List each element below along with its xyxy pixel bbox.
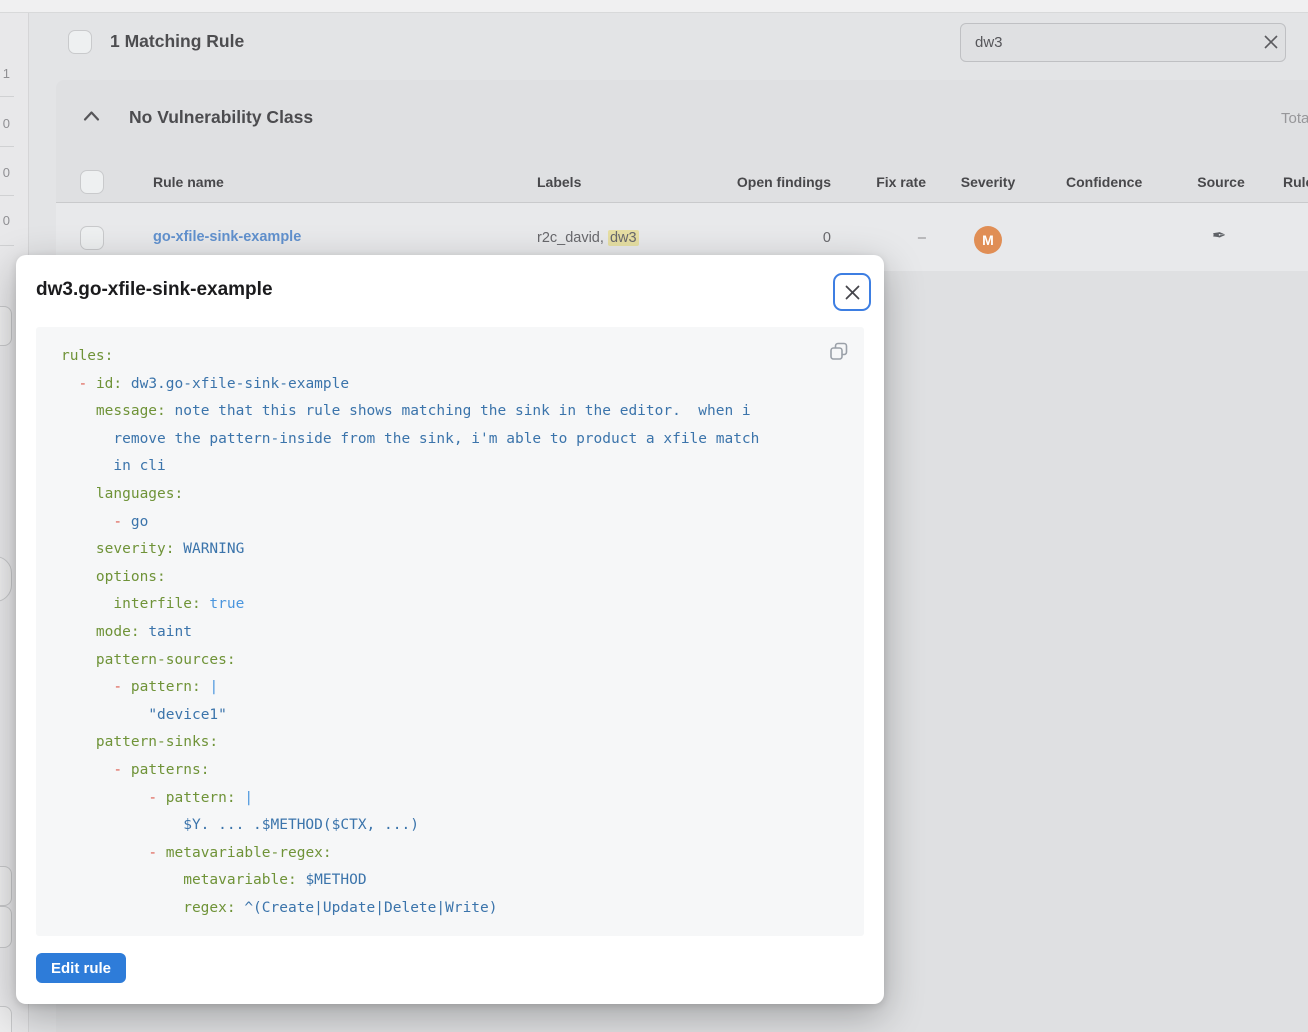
sidebar-count: 0 <box>0 213 10 228</box>
rail-divider <box>0 245 14 246</box>
sidebar-count: 0 <box>0 165 10 180</box>
rules-search-input[interactable] <box>960 23 1286 62</box>
open-findings-value: 0 <box>700 230 831 246</box>
rule-name-link[interactable]: go-xfile-sink-example <box>153 229 301 245</box>
rules-page: 1 0 0 0 1 Matching Rule No Vulnerability… <box>0 0 1308 1032</box>
col-header-severity: Severity <box>947 174 1029 190</box>
copy-button[interactable] <box>828 341 850 363</box>
code-block: rules: - id: dw3.go-xfile-sink-example m… <box>36 327 864 936</box>
total-label: Tota <box>1281 110 1308 127</box>
severity-badge: M <box>974 226 1002 254</box>
sidebar-count: 1 <box>0 66 10 81</box>
label-highlight: dw3 <box>608 230 639 246</box>
source-pen-icon: ✒ <box>1212 226 1226 246</box>
rail-fragment <box>0 1006 12 1032</box>
rail-fragment <box>0 866 12 906</box>
section-title: No Vulnerability Class <box>129 107 313 128</box>
edit-rule-button[interactable]: Edit rule <box>36 953 126 983</box>
matching-rules-count: 1 Matching Rule <box>110 31 244 52</box>
close-icon <box>844 284 861 301</box>
modal-title: dw3.go-xfile-sink-example <box>36 279 273 301</box>
row-checkbox[interactable] <box>80 226 104 250</box>
col-header-confidence: Confidence <box>1066 174 1142 190</box>
fix-rate-value: – <box>856 230 926 246</box>
rule-labels: r2c_david, dw3 <box>537 230 639 246</box>
select-all-checkbox[interactable] <box>68 30 92 54</box>
col-header-open-findings: Open findings <box>700 174 831 190</box>
top-strip <box>0 0 1308 13</box>
sidebar-count: 0 <box>0 116 10 131</box>
rail-divider <box>0 146 14 147</box>
col-header-rule-name: Rule name <box>153 174 224 190</box>
col-header-labels: Labels <box>537 174 581 190</box>
col-header-rule: Rule <box>1283 174 1308 190</box>
header-checkbox[interactable] <box>80 170 104 194</box>
col-header-fix-rate: Fix rate <box>856 174 926 190</box>
label-plain: r2c_david, <box>537 230 608 246</box>
rail-fragment <box>0 306 12 346</box>
close-button[interactable] <box>833 273 871 311</box>
collapse-chevron-icon[interactable] <box>83 110 100 122</box>
rail-fragment <box>0 906 12 948</box>
col-header-source: Source <box>1191 174 1251 190</box>
rule-yaml-code: rules: - id: dw3.go-xfile-sink-example m… <box>61 343 850 922</box>
clear-search-icon[interactable] <box>1262 33 1280 51</box>
copy-icon <box>828 341 850 363</box>
rail-divider <box>0 195 14 196</box>
rail-divider <box>0 96 14 97</box>
